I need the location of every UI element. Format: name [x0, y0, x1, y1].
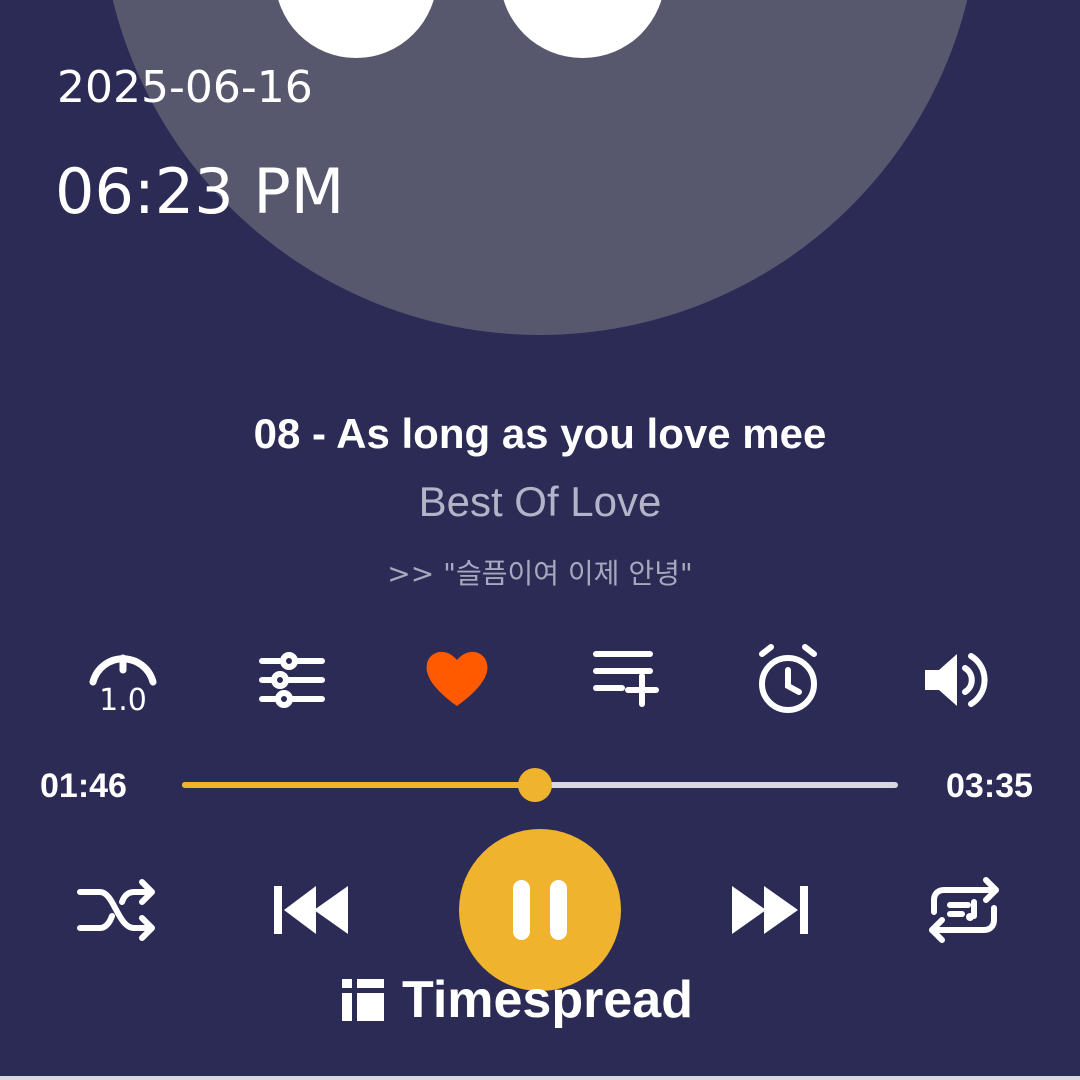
- date-label: 2025-06-16: [57, 62, 313, 113]
- pause-button[interactable]: [459, 829, 621, 991]
- alarm-icon: [759, 644, 817, 713]
- seek-bar[interactable]: [182, 768, 898, 802]
- equalizer-button[interactable]: [241, 630, 341, 730]
- timespread-logo-icon: [342, 979, 384, 1021]
- shuffle-button[interactable]: [66, 860, 166, 960]
- alarm-button[interactable]: [738, 630, 838, 730]
- heart-icon: [426, 651, 488, 706]
- repeat-button[interactable]: [914, 860, 1014, 960]
- add-to-playlist-button[interactable]: [576, 628, 676, 728]
- elapsed-time: 01:46: [40, 767, 127, 805]
- seek-bar-handle[interactable]: [517, 768, 552, 802]
- previous-button[interactable]: [262, 860, 362, 960]
- equalizer-icon: [259, 652, 325, 708]
- speed-button[interactable]: 1.0: [73, 630, 173, 730]
- time-label: 06:23 PM: [55, 155, 345, 228]
- speed-icon: 1.0: [89, 654, 157, 718]
- volume-icon: [925, 653, 988, 707]
- album-name: Best Of Love: [418, 478, 662, 525]
- watermark-text: Timespread: [402, 971, 693, 1029]
- repeat-icon: [929, 877, 999, 943]
- favorite-button[interactable]: [407, 628, 507, 728]
- song-title: 08 - As long as you love mee: [253, 410, 827, 457]
- speed-value: 1.0: [99, 683, 147, 718]
- previous-icon: [274, 886, 348, 934]
- volume-button[interactable]: [905, 630, 1005, 730]
- total-time: 03:35: [946, 767, 1033, 805]
- timespread-watermark: Timespread: [340, 970, 693, 1030]
- bottom-divider: [0, 1076, 1080, 1080]
- shuffle-icon: [77, 879, 155, 941]
- seek-bar-progress: [182, 782, 535, 788]
- add-to-playlist-icon: [593, 651, 659, 707]
- next-button[interactable]: [720, 860, 820, 960]
- next-icon: [732, 886, 808, 934]
- lyric-line[interactable]: >> "슬픔이여 이제 안녕": [0, 552, 1080, 592]
